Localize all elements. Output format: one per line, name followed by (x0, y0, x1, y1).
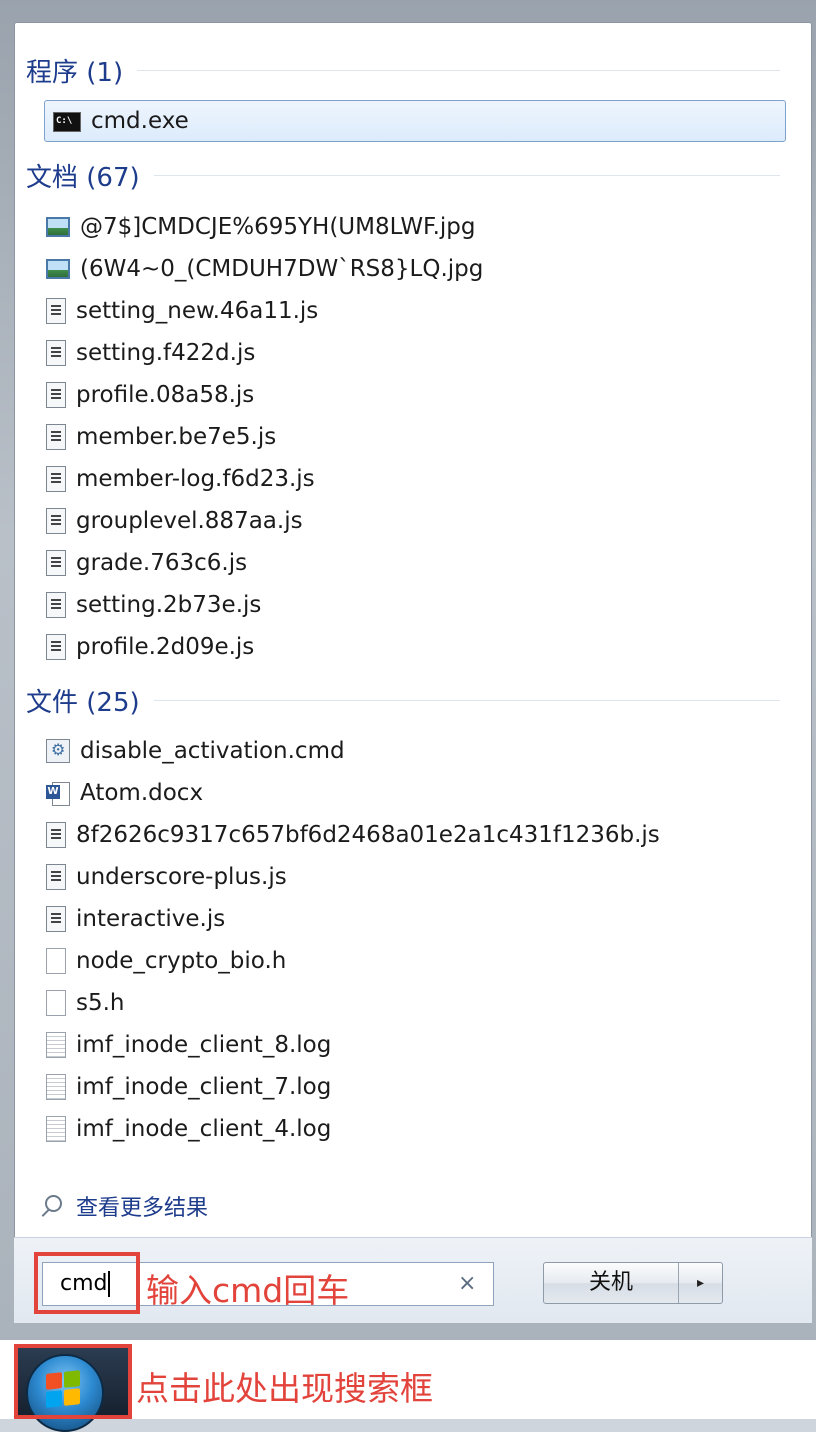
group-divider (137, 69, 780, 71)
result-item[interactable]: imf_inode_client_4.log (46, 1108, 786, 1150)
image-file-icon (46, 259, 70, 279)
result-item[interactable]: imf_inode_client_8.log (46, 1024, 786, 1066)
result-item[interactable]: imf_inode_client_7.log (46, 1066, 786, 1108)
result-item[interactable]: disable_activation.cmd (46, 730, 786, 772)
result-label: imf_inode_client_8.log (76, 1032, 332, 1058)
group-title-files: 文件 (25) (26, 687, 140, 718)
result-item[interactable]: 8f2626c9317c657bf6d2468a01e2a1c431f1236b… (46, 814, 786, 856)
shutdown-button[interactable]: 关机 ▸ (543, 1262, 723, 1304)
result-label: grouplevel.887aa.js (76, 508, 303, 534)
magnifier-icon (40, 1195, 62, 1217)
result-item[interactable]: setting_new.46a11.js (46, 290, 786, 332)
start-hint-annotation: 点击此处出现搜索框 (136, 1369, 433, 1408)
result-item[interactable]: profile.2d09e.js (46, 626, 786, 668)
result-label: interactive.js (76, 906, 226, 932)
group-header-programs: 程序 (1) (26, 50, 780, 90)
group-header-files: 文件 (25) (26, 680, 780, 720)
script-file-icon (46, 634, 66, 660)
script-file-icon (46, 382, 66, 408)
result-item[interactable]: node_crypto_bio.h (46, 940, 786, 982)
result-label: member-log.f6d23.js (76, 466, 315, 492)
blank-file-icon (46, 990, 66, 1016)
result-label: cmd.exe (91, 108, 189, 134)
word-document-icon (46, 781, 70, 806)
script-file-icon (46, 550, 66, 576)
group-header-documents: 文档 (67) (26, 155, 780, 195)
result-label: node_crypto_bio.h (76, 948, 287, 974)
result-item[interactable]: setting.f422d.js (46, 332, 786, 374)
script-file-icon (46, 424, 66, 450)
result-label: setting_new.46a11.js (76, 298, 319, 324)
script-file-icon (46, 822, 66, 848)
blank-file-icon (46, 948, 66, 974)
group-title-documents: 文档 (67) (26, 162, 140, 193)
result-item[interactable]: underscore-plus.js (46, 856, 786, 898)
result-label: member.be7e5.js (76, 424, 277, 450)
result-label: underscore-plus.js (76, 864, 287, 890)
result-item[interactable]: s5.h (46, 982, 786, 1024)
result-label: imf_inode_client_7.log (76, 1074, 332, 1100)
script-file-icon (46, 508, 66, 534)
script-file-icon (46, 592, 66, 618)
search-highlight-box (34, 1252, 140, 1314)
shutdown-label: 关机 (544, 1263, 679, 1303)
result-item[interactable]: @7$]CMDCJE%695YH(UM8LWF.jpg (46, 206, 786, 248)
result-item[interactable]: profile.08a58.js (46, 374, 786, 416)
start-highlight-box (14, 1344, 132, 1419)
log-file-icon (46, 1032, 66, 1058)
result-label: Atom.docx (80, 780, 204, 806)
group-divider (153, 699, 780, 701)
script-file-icon (46, 864, 66, 890)
clear-search-icon[interactable]: × (458, 1269, 476, 1299)
result-label: setting.f422d.js (76, 340, 256, 366)
shutdown-options-arrow-icon[interactable]: ▸ (679, 1263, 722, 1303)
result-item[interactable]: member.be7e5.js (46, 416, 786, 458)
result-label: profile.2d09e.js (76, 634, 255, 660)
result-item[interactable]: interactive.js (46, 898, 786, 940)
script-file-icon (46, 340, 66, 366)
cmd-icon (53, 112, 81, 132)
result-item[interactable]: (6W4~0_(CMDUH7DW`RS8}LQ.jpg (46, 248, 786, 290)
script-file-icon (46, 298, 66, 324)
result-label: grade.763c6.js (76, 550, 248, 576)
result-label: @7$]CMDCJE%695YH(UM8LWF.jpg (80, 214, 476, 240)
result-label: profile.08a58.js (76, 382, 255, 408)
log-file-icon (46, 1116, 66, 1142)
result-item[interactable]: grade.763c6.js (46, 542, 786, 584)
group-divider (153, 174, 780, 176)
result-item-cmd[interactable]: cmd.exe (44, 100, 786, 142)
log-file-icon (46, 1074, 66, 1100)
result-item[interactable]: Atom.docx (46, 772, 786, 814)
script-file-icon (46, 906, 66, 932)
result-item[interactable]: member-log.f6d23.js (46, 458, 786, 500)
search-hint-annotation: 输入cmd回车 (146, 1271, 350, 1310)
see-more-results-link[interactable]: 查看更多结果 (40, 1188, 208, 1224)
result-item[interactable]: grouplevel.887aa.js (46, 500, 786, 542)
result-label: s5.h (76, 990, 125, 1016)
batch-file-icon (46, 739, 70, 763)
result-label: setting.2b73e.js (76, 592, 262, 618)
result-label: disable_activation.cmd (80, 738, 345, 764)
script-file-icon (46, 466, 66, 492)
group-title-programs: 程序 (1) (26, 57, 124, 88)
result-label: imf_inode_client_4.log (76, 1116, 332, 1142)
result-label: 8f2626c9317c657bf6d2468a01e2a1c431f1236b… (76, 822, 660, 848)
image-file-icon (46, 217, 70, 237)
see-more-label: 查看更多结果 (76, 1196, 209, 1221)
result-label: (6W4~0_(CMDUH7DW`RS8}LQ.jpg (80, 256, 484, 282)
result-item[interactable]: setting.2b73e.js (46, 584, 786, 626)
